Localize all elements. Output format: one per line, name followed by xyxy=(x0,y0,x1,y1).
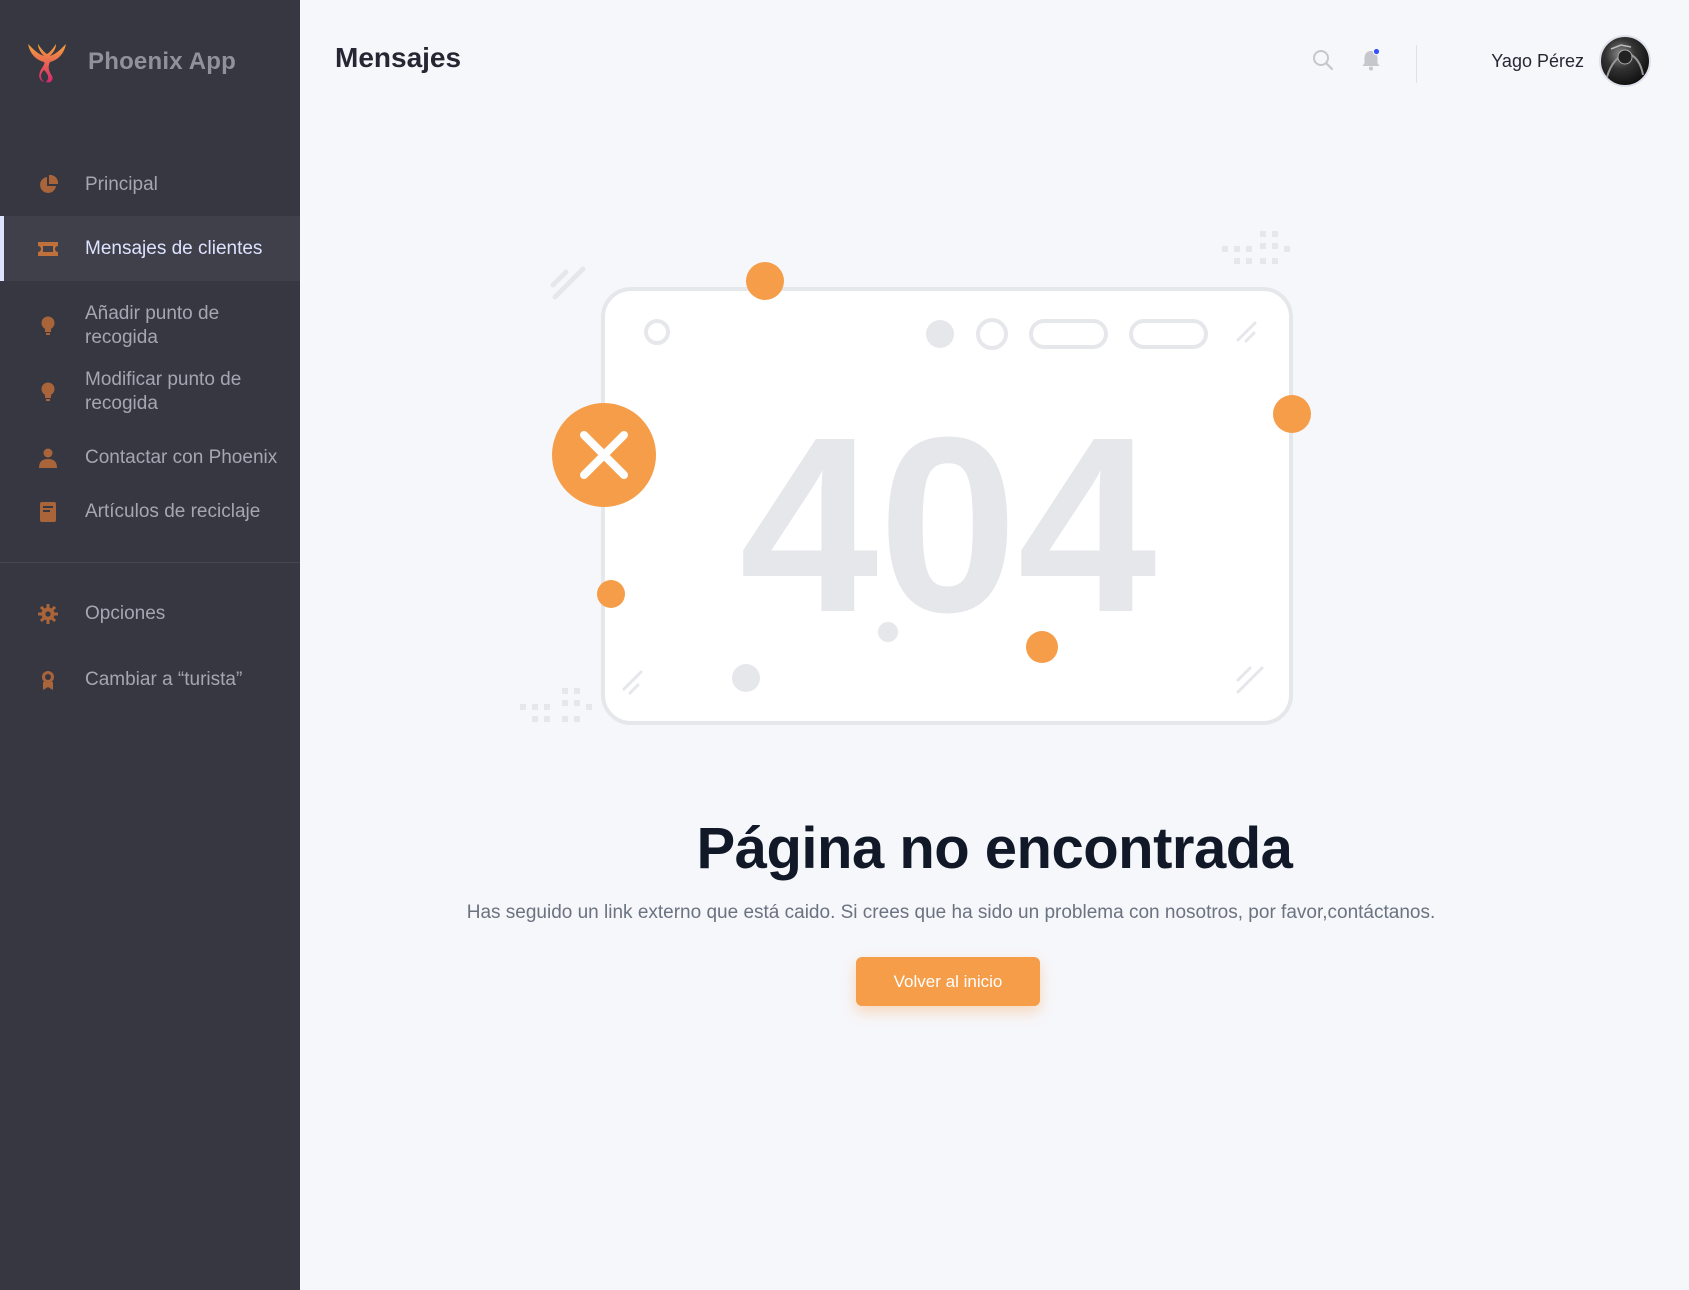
error-code-text: 404 xyxy=(739,385,1156,664)
sidebar-item-label: Contactar con Phoenix xyxy=(85,447,278,468)
active-indicator xyxy=(0,216,4,281)
illustration-svg: 404 xyxy=(520,231,1311,725)
award-icon xyxy=(37,669,59,691)
sidebar-item-label: Añadir punto de recogida xyxy=(85,303,220,348)
sidebar-item-cambiar-turista[interactable]: Cambiar a “turista” xyxy=(0,668,300,692)
sidebar-divider xyxy=(0,562,300,563)
phoenix-logo-icon xyxy=(28,44,66,83)
error-illustration: 404 xyxy=(520,220,1320,740)
book-icon xyxy=(37,501,59,523)
sidebar-item-label: Mensajes de clientes xyxy=(85,237,263,259)
app-name: Phoenix App xyxy=(88,48,236,75)
sidebar-item-opciones[interactable]: Opciones xyxy=(0,602,300,626)
back-home-button[interactable]: Volver al inicio xyxy=(856,957,1040,1006)
sidebar-item-mensajes-clientes[interactable]: Mensajes de clientes xyxy=(0,216,300,281)
sidebar-item-label: Cambiar a “turista” xyxy=(85,669,243,690)
error-message: Has seguido un link externo que está cai… xyxy=(466,902,1436,923)
error-title: Página no encontrada xyxy=(696,816,1293,881)
brand[interactable]: Phoenix App xyxy=(26,40,236,84)
search-icon[interactable] xyxy=(1311,48,1335,72)
error-x-icon xyxy=(552,403,656,507)
notification-bell-icon[interactable] xyxy=(1359,48,1383,72)
sidebar-item-label: Artículos de reciclaje xyxy=(85,501,261,522)
page-title: Mensajes xyxy=(335,42,462,73)
ticket-icon xyxy=(37,238,59,260)
sidebar-item-modificar-punto[interactable]: Modificar punto de recogida xyxy=(0,366,300,418)
sidebar-item-articulos[interactable]: Artículos de reciclaje xyxy=(0,500,300,524)
dot-grid-top-right xyxy=(1222,231,1290,264)
sidebar-item-anadir-punto[interactable]: Añadir punto de recogida xyxy=(0,300,300,352)
sidebar: Phoenix App Principal Mensajes de client… xyxy=(0,0,300,1290)
dot-grid-bottom-left xyxy=(520,688,592,722)
slash-decorations xyxy=(550,266,586,300)
lightbulb-icon xyxy=(37,381,59,403)
sidebar-item-label: Principal xyxy=(85,174,158,195)
lightbulb-icon xyxy=(37,315,59,337)
sidebar-item-principal[interactable]: Principal xyxy=(0,159,300,211)
user-name[interactable]: Yago Pérez xyxy=(1400,51,1584,72)
avatar[interactable] xyxy=(1599,35,1651,87)
sidebar-item-label: Modificar punto de recogida xyxy=(85,369,242,414)
gear-icon xyxy=(37,603,59,625)
sidebar-item-label: Opciones xyxy=(85,603,166,624)
user-icon xyxy=(37,447,59,469)
pie-chart-icon xyxy=(37,174,59,196)
sidebar-item-contactar[interactable]: Contactar con Phoenix xyxy=(0,432,300,484)
